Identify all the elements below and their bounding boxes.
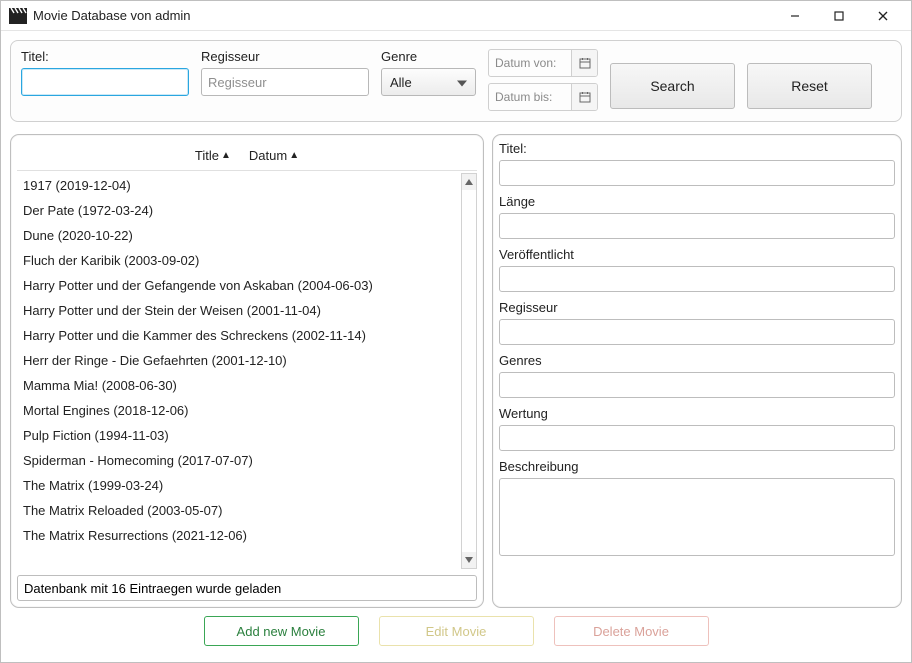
sort-asc-icon: ▲: [289, 150, 299, 161]
maximize-button[interactable]: [817, 1, 861, 31]
status-field: [17, 575, 477, 601]
list-item[interactable]: Herr der Ringe - Die Gefaehrten (2001-12…: [17, 348, 461, 373]
scroll-down-icon[interactable]: [462, 552, 476, 568]
scroll-up-icon[interactable]: [462, 174, 476, 190]
calendar-icon[interactable]: [571, 50, 597, 76]
filter-genre-label: Genre: [381, 49, 476, 64]
detail-rating-label: Wertung: [499, 406, 895, 421]
edit-movie-button: Edit Movie: [379, 616, 534, 646]
detail-description-field[interactable]: [499, 478, 895, 556]
minimize-button[interactable]: [773, 1, 817, 31]
calendar-icon[interactable]: [571, 84, 597, 110]
date-to-placeholder: Datum bis:: [489, 90, 571, 104]
list-item[interactable]: The Matrix Resurrections (2021-12-06): [17, 523, 461, 548]
search-button[interactable]: Search: [610, 63, 735, 109]
list-item[interactable]: Der Pate (1972-03-24): [17, 198, 461, 223]
list-item[interactable]: Mortal Engines (2018-12-06): [17, 398, 461, 423]
detail-published-field[interactable]: [499, 266, 895, 292]
date-from-placeholder: Datum von:: [489, 56, 571, 70]
detail-description-label: Beschreibung: [499, 459, 895, 474]
detail-title-field[interactable]: [499, 160, 895, 186]
chevron-down-icon: [457, 75, 467, 90]
scrollbar[interactable]: [461, 173, 477, 569]
details-panel: Titel: Länge Veröffentlicht Regisseur Ge…: [492, 134, 902, 608]
list-item[interactable]: Harry Potter und der Gefangende von Aska…: [17, 273, 461, 298]
filter-genre-value: Alle: [390, 75, 412, 90]
titlebar: Movie Database von admin: [1, 1, 911, 31]
sort-asc-icon: ▲: [221, 150, 231, 161]
close-button[interactable]: [861, 1, 905, 31]
list-item[interactable]: The Matrix (1999-03-24): [17, 473, 461, 498]
detail-title-label: Titel:: [499, 141, 895, 156]
window-title: Movie Database von admin: [33, 8, 773, 23]
filter-title-label: Titel:: [21, 49, 189, 64]
delete-movie-button: Delete Movie: [554, 616, 709, 646]
detail-genres-label: Genres: [499, 353, 895, 368]
list-header: Title▲ Datum▲: [17, 141, 477, 171]
detail-length-label: Länge: [499, 194, 895, 209]
movie-list: 1917 (2019-12-04)Der Pate (1972-03-24)Du…: [17, 173, 461, 569]
reset-button[interactable]: Reset: [747, 63, 872, 109]
detail-published-label: Veröffentlicht: [499, 247, 895, 262]
detail-rating-field[interactable]: [499, 425, 895, 451]
detail-length-field[interactable]: [499, 213, 895, 239]
filter-director-input[interactable]: [201, 68, 369, 96]
add-movie-button[interactable]: Add new Movie: [204, 616, 359, 646]
detail-director-label: Regisseur: [499, 300, 895, 315]
list-item[interactable]: The Matrix Reloaded (2003-05-07): [17, 498, 461, 523]
sort-title-header[interactable]: Title▲: [195, 148, 231, 163]
detail-director-field[interactable]: [499, 319, 895, 345]
filter-director-label: Regisseur: [201, 49, 369, 64]
app-window: Movie Database von admin Titel: Regisseu…: [0, 0, 912, 663]
movie-list-panel: Title▲ Datum▲ 1917 (2019-12-04)Der Pate …: [10, 134, 484, 608]
action-bar: Add new Movie Edit Movie Delete Movie: [10, 608, 902, 654]
filter-title-input[interactable]: [21, 68, 189, 96]
list-item[interactable]: Harry Potter und der Stein der Weisen (2…: [17, 298, 461, 323]
list-item[interactable]: Harry Potter und die Kammer des Schrecke…: [17, 323, 461, 348]
content-area: Titel: Regisseur Genre Alle Datum von:: [1, 31, 911, 662]
list-item[interactable]: Mamma Mia! (2008-06-30): [17, 373, 461, 398]
list-item[interactable]: Spiderman - Homecoming (2017-07-07): [17, 448, 461, 473]
filter-panel: Titel: Regisseur Genre Alle Datum von:: [10, 40, 902, 122]
date-to-field[interactable]: Datum bis:: [488, 83, 598, 111]
clapperboard-icon: [9, 8, 27, 24]
list-item[interactable]: 1917 (2019-12-04): [17, 173, 461, 198]
main-area: Title▲ Datum▲ 1917 (2019-12-04)Der Pate …: [10, 134, 902, 608]
list-item[interactable]: Fluch der Karibik (2003-09-02): [17, 248, 461, 273]
sort-date-header[interactable]: Datum▲: [249, 148, 299, 163]
detail-genres-field[interactable]: [499, 372, 895, 398]
list-item[interactable]: Pulp Fiction (1994-11-03): [17, 423, 461, 448]
list-item[interactable]: Dune (2020-10-22): [17, 223, 461, 248]
date-from-field[interactable]: Datum von:: [488, 49, 598, 77]
filter-genre-select[interactable]: Alle: [381, 68, 476, 96]
